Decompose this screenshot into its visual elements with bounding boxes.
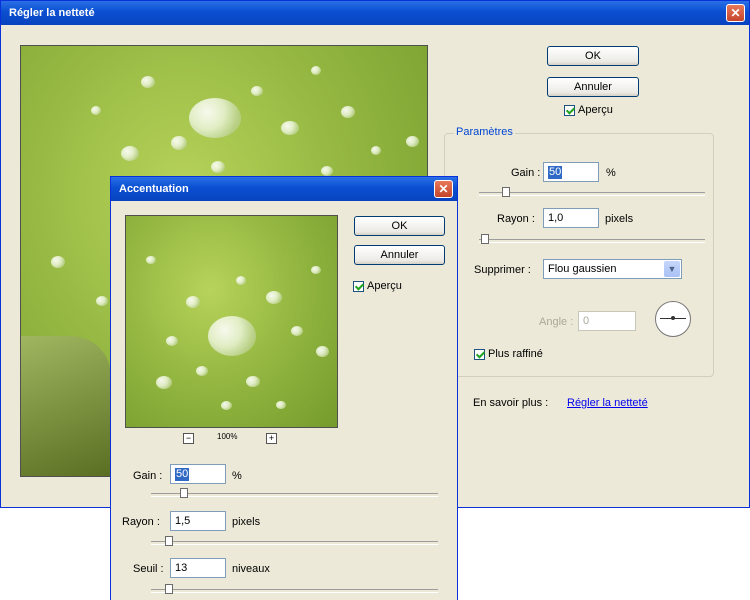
unsharp-preview-image[interactable] — [125, 215, 338, 428]
unsharp-threshold-input[interactable]: 13 — [170, 558, 226, 578]
water-drop — [196, 366, 208, 376]
water-drop — [281, 121, 299, 135]
sharpen-radius-label: Rayon : — [497, 213, 535, 225]
water-drop — [321, 166, 333, 176]
water-drop — [96, 296, 108, 306]
learn-more-label: En savoir plus : — [473, 397, 549, 409]
sharpen-remove-dropdown[interactable]: Flou gaussien ▼ — [543, 259, 682, 279]
sharpen-cancel-button[interactable]: Annuler — [547, 77, 639, 97]
learn-more-link[interactable]: Régler la netteté — [567, 397, 648, 409]
sharpen-gain-slider-thumb[interactable] — [501, 187, 510, 197]
unsharp-radius-slider-thumb[interactable] — [165, 536, 174, 546]
unsharp-radius-input[interactable]: 1,5 — [170, 511, 226, 531]
water-drop — [316, 346, 329, 357]
sharpen-radius-input[interactable]: 1,0 — [543, 208, 599, 228]
water-drop — [146, 256, 156, 264]
water-drop — [406, 136, 419, 147]
unsharp-threshold-label: Seuil : — [133, 563, 164, 575]
checkbox-icon[interactable] — [474, 348, 485, 360]
unsharp-ok-button[interactable]: OK — [354, 216, 445, 236]
water-drop — [291, 326, 303, 336]
water-drop — [341, 106, 355, 118]
water-drop — [186, 296, 200, 308]
water-drop — [51, 256, 65, 268]
unsharp-threshold-slider-thumb[interactable] — [165, 584, 174, 594]
sharpen-ok-button[interactable]: OK — [547, 46, 639, 66]
sharpen-gain-slider-track[interactable] — [479, 192, 705, 196]
unsharp-preview-checkbox[interactable]: Aperçu — [353, 280, 402, 292]
leaf-shadow — [21, 336, 111, 476]
water-drop — [251, 86, 263, 96]
sharpen-gain-input[interactable]: 50 — [543, 162, 599, 182]
water-drop — [311, 266, 321, 274]
more-refined-checkbox[interactable]: Plus raffiné — [474, 348, 543, 360]
unsharp-mask-dialog: Accentuation ✕ − 100% + OK Annuler Aperç… — [110, 176, 458, 600]
sharpen-remove-value: Flou gaussien — [548, 263, 617, 275]
water-drop — [236, 276, 246, 285]
angle-dial-icon[interactable] — [655, 301, 691, 337]
unsharp-preview-label: Aperçu — [367, 280, 402, 292]
water-drop — [91, 106, 101, 115]
water-drop — [266, 291, 282, 304]
checkbox-icon[interactable] — [564, 104, 575, 116]
sharpen-remove-label: Supprimer : — [474, 264, 531, 276]
unsharp-cancel-button[interactable]: Annuler — [354, 245, 445, 265]
water-drop — [246, 376, 260, 387]
unsharp-radius-slider-track[interactable] — [151, 541, 438, 545]
zoom-level: 100% — [217, 432, 238, 441]
unsharp-gain-value: 50 — [175, 468, 190, 481]
unsharp-radius-unit: pixels — [232, 516, 261, 528]
sharpen-preview-checkbox[interactable]: Aperçu — [564, 104, 613, 116]
close-icon[interactable]: ✕ — [434, 180, 453, 198]
sharpen-gain-label: Gain : — [511, 167, 541, 179]
unsharp-radius-label: Rayon : — [122, 516, 160, 528]
unsharp-gain-slider-thumb[interactable] — [179, 488, 188, 498]
unsharp-gain-slider-track[interactable] — [151, 493, 438, 497]
unsharp-gain-unit: % — [232, 470, 242, 482]
zoom-in-button[interactable]: + — [266, 433, 277, 444]
sharpen-dialog-title: Régler la netteté — [9, 7, 95, 19]
water-drop — [141, 76, 155, 88]
unsharp-threshold-slider-track[interactable] — [151, 589, 438, 593]
sharpen-radius-slider-thumb[interactable] — [481, 234, 490, 244]
water-drop — [276, 401, 286, 409]
sharpen-angle-input: 0 — [578, 311, 636, 331]
water-drop — [156, 376, 172, 389]
angle-dial-center — [671, 316, 675, 320]
unsharp-mask-titlebar[interactable]: Accentuation ✕ — [111, 177, 457, 201]
water-drop — [208, 316, 256, 356]
water-drop — [311, 66, 321, 75]
water-drop — [371, 146, 381, 155]
sharpen-radius-unit: pixels — [605, 213, 634, 225]
sharpen-gain-value: 50 — [548, 166, 563, 179]
water-drop — [121, 146, 139, 161]
sharpen-dialog-titlebar[interactable]: Régler la netteté ✕ — [1, 1, 749, 25]
unsharp-gain-input[interactable]: 50 — [170, 464, 226, 484]
water-drop — [221, 401, 232, 410]
unsharp-threshold-unit: niveaux — [232, 563, 270, 575]
checkbox-icon[interactable] — [353, 280, 364, 292]
more-refined-label: Plus raffiné — [488, 348, 543, 360]
unsharp-mask-title: Accentuation — [119, 183, 189, 195]
zoom-out-button[interactable]: − — [183, 433, 194, 444]
water-drop — [211, 161, 225, 173]
water-drop — [166, 336, 178, 346]
sharpen-radius-slider-track[interactable] — [479, 239, 705, 243]
sharpen-gain-unit: % — [606, 167, 616, 179]
unsharp-gain-label: Gain : — [133, 470, 163, 482]
chevron-down-icon[interactable]: ▼ — [664, 261, 680, 277]
sharpen-preview-label: Aperçu — [578, 104, 613, 116]
water-drop — [189, 98, 241, 138]
water-drop — [171, 136, 187, 150]
sharpen-angle-label: Angle : — [539, 316, 574, 328]
parameters-legend: Paramètres — [454, 126, 515, 138]
close-icon[interactable]: ✕ — [726, 4, 745, 22]
